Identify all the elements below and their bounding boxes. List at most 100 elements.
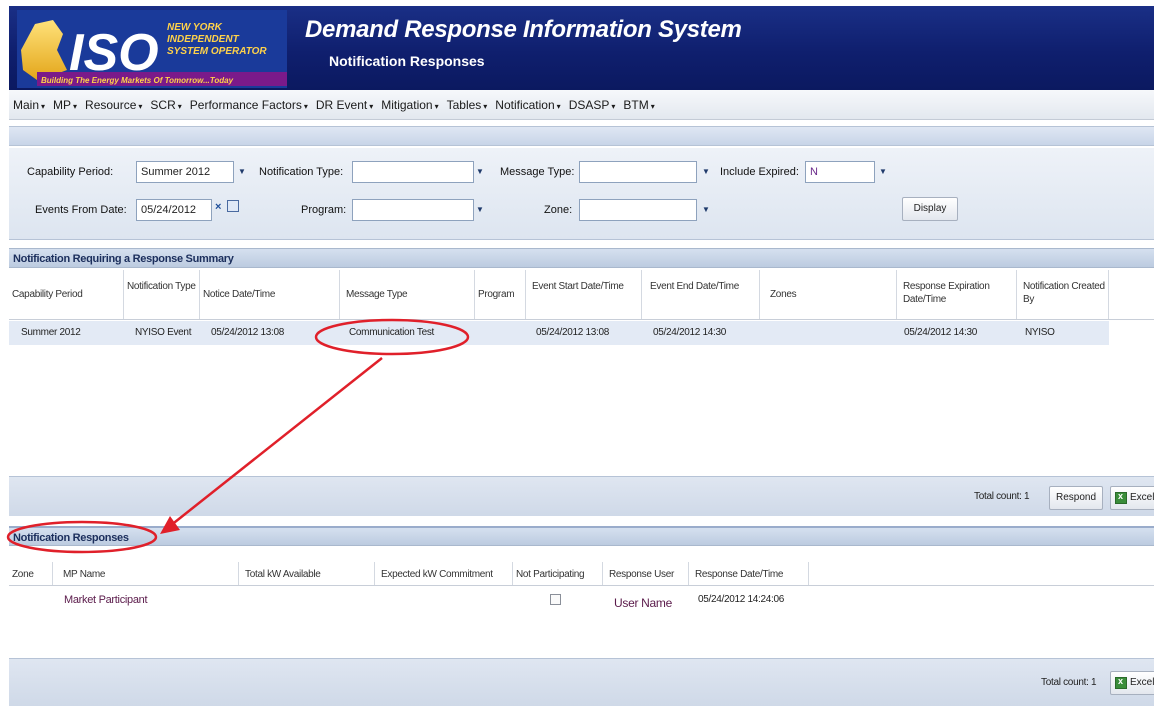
clear-icon[interactable]: × <box>215 201 221 213</box>
responses-table-header: Zone MP Name Total kW Available Expected… <box>9 562 1154 586</box>
column-header[interactable]: Zone <box>9 562 53 585</box>
excel-icon <box>1115 676 1127 689</box>
cell-response-user: User Name <box>614 596 672 610</box>
menu-item-mp[interactable]: MP ▾ <box>53 98 77 112</box>
cell-event-end: 05/24/2012 14:30 <box>653 327 727 338</box>
summary-footer: Total count: 1 Respond Excel <box>9 476 1154 516</box>
cell-notice-datetime: 05/24/2012 13:08 <box>211 327 285 338</box>
column-header[interactable]: MP Name <box>53 562 239 585</box>
menu-item-label: DSASP <box>568 97 610 112</box>
summary-table-header: Capability Period Notification Type Noti… <box>9 270 1154 320</box>
notification-type-label: Notification Type: <box>259 166 344 178</box>
chevron-down-icon[interactable]: ▼ <box>473 199 487 221</box>
zone-label: Zone: <box>544 204 573 216</box>
chevron-down-icon: ▾ <box>369 101 374 111</box>
summary-total-count: Total count: 1 <box>974 491 1030 502</box>
responses-footer: Total count: 1 Excel <box>9 658 1154 706</box>
chevron-down-icon: ▾ <box>650 101 655 111</box>
column-header[interactable]: Total kW Available <box>239 562 375 585</box>
menu-item-main[interactable]: Main ▾ <box>13 98 45 112</box>
chevron-down-icon: ▾ <box>303 101 308 111</box>
column-header[interactable]: Event End Date/Time <box>642 270 760 319</box>
menu-item-label: MP <box>53 97 72 112</box>
calendar-icon[interactable] <box>227 200 239 212</box>
chevron-down-icon[interactable]: ▼ <box>699 161 713 183</box>
svg-text:INDEPENDENT: INDEPENDENT <box>167 34 240 45</box>
excel-button-label: Excel <box>1130 492 1154 503</box>
menu-item-tables[interactable]: Tables ▾ <box>447 98 488 112</box>
menu-item-performance-factors[interactable]: Performance Factors ▾ <box>190 98 308 112</box>
main-menu-bar: Main ▾ MP ▾ Resource ▾ SCR ▾ Performance Factors… <box>9 90 1154 120</box>
menu-item-label: SCR <box>150 97 176 112</box>
program-select[interactable] <box>352 199 474 221</box>
column-header[interactable]: Notification Type <box>124 270 200 319</box>
chevron-down-icon[interactable]: ▼ <box>235 161 249 183</box>
column-header[interactable]: Response Expiration Date/Time <box>897 270 1017 319</box>
message-type-select[interactable] <box>579 161 697 183</box>
column-header[interactable]: Notice Date/Time <box>200 270 340 319</box>
menu-item-scr[interactable]: SCR ▾ <box>150 98 181 112</box>
events-from-date-input[interactable]: 05/24/2012 <box>136 199 212 221</box>
events-from-date-label: Events From Date: <box>35 204 127 216</box>
column-header[interactable]: Program <box>475 270 526 319</box>
excel-button[interactable]: Excel <box>1110 671 1154 695</box>
responses-section-title: Notification Responses <box>9 526 1154 546</box>
column-header[interactable]: Response Date/Time <box>689 562 809 585</box>
chevron-down-icon[interactable]: ▼ <box>699 199 713 221</box>
column-header[interactable]: Zones <box>760 270 897 319</box>
system-title: Demand Response Information System <box>305 16 742 43</box>
summary-table-body <box>9 345 1154 475</box>
menu-item-dsasp[interactable]: DSASP ▾ <box>569 98 616 112</box>
menu-item-label: Performance Factors <box>189 97 302 112</box>
responses-table-body <box>9 612 1154 656</box>
menu-item-notification[interactable]: Notification ▾ <box>495 98 560 112</box>
not-participating-checkbox[interactable] <box>550 594 561 605</box>
cell-response-datetime: 05/24/2012 14:24:06 <box>698 594 785 605</box>
menu-item-resource[interactable]: Resource ▾ <box>85 98 142 112</box>
menu-item-label: Tables <box>446 97 482 112</box>
excel-button[interactable]: Excel <box>1110 486 1154 510</box>
cell-notification-type: NYISO Event <box>135 327 192 338</box>
page-subtitle: Notification Responses <box>329 53 485 69</box>
chevron-down-icon[interactable]: ▼ <box>473 161 487 183</box>
excel-button-label: Excel <box>1130 677 1154 688</box>
chevron-down-icon: ▾ <box>434 101 439 111</box>
respond-button[interactable]: Respond <box>1049 486 1103 510</box>
capability-period-label: Capability Period: <box>27 166 114 178</box>
chevron-down-icon: ▾ <box>611 101 616 111</box>
include-expired-label: Include Expired: <box>720 166 799 178</box>
menu-item-label: Resource <box>85 97 137 112</box>
column-header[interactable]: Not Participating <box>513 562 603 585</box>
capability-period-select[interactable]: Summer 2012 <box>136 161 234 183</box>
column-header[interactable]: Capability Period <box>9 270 124 319</box>
toolbar-strip <box>9 126 1154 146</box>
chevron-down-icon: ▾ <box>483 101 488 111</box>
chevron-down-icon: ▾ <box>41 101 46 111</box>
cell-response-expiration: 05/24/2012 14:30 <box>904 327 978 338</box>
column-header[interactable]: Expected kW Commitment <box>375 562 513 585</box>
include-expired-select[interactable]: N <box>805 161 875 183</box>
cell-mp-name: Market Participant <box>64 594 148 606</box>
program-label: Program: <box>301 204 347 216</box>
app-header: ISO NEW YORK INDEPENDENT SYSTEM OPERATOR… <box>9 6 1154 90</box>
chevron-down-icon[interactable]: ▼ <box>876 161 890 183</box>
column-header[interactable]: Event Start Date/Time <box>526 270 642 319</box>
cell-event-start: 05/24/2012 13:08 <box>536 327 610 338</box>
zone-select[interactable] <box>579 199 697 221</box>
menu-item-label: DR Event <box>315 97 368 112</box>
display-button[interactable]: Display <box>902 197 958 221</box>
menu-item-dr-event[interactable]: DR Event ▾ <box>316 98 373 112</box>
chevron-down-icon: ▾ <box>138 101 143 111</box>
column-header[interactable]: Notification Created By <box>1017 270 1109 319</box>
cell-message-type: Communication Test <box>349 327 435 338</box>
menu-item-label: Notification <box>495 97 555 112</box>
menu-item-mitigation[interactable]: Mitigation ▾ <box>381 98 438 112</box>
message-type-label: Message Type: <box>500 166 575 178</box>
table-row[interactable]: Summer 2012 NYISO Event 05/24/2012 13:08… <box>9 321 1109 345</box>
notification-type-select[interactable] <box>352 161 474 183</box>
table-row[interactable]: Market Participant User Name 05/24/2012 … <box>9 588 809 612</box>
column-header[interactable]: Response User <box>603 562 689 585</box>
filter-panel: Capability Period: Summer 2012 ▼ Notific… <box>9 148 1154 240</box>
menu-item-btm[interactable]: BTM ▾ <box>623 98 654 112</box>
column-header[interactable]: Message Type <box>340 270 475 319</box>
